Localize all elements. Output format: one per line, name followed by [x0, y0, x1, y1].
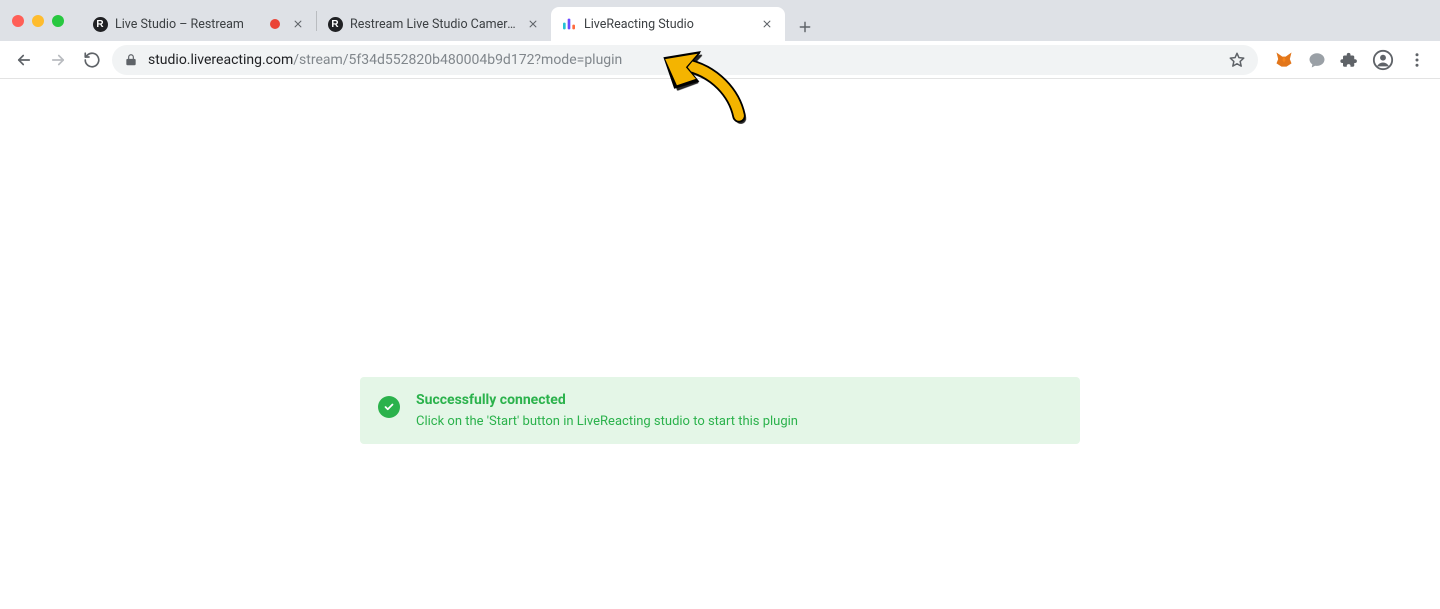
- lock-icon: [124, 53, 138, 67]
- tab-restream-camera[interactable]: R Restream Live Studio Camera F: [317, 7, 551, 41]
- alert-body: Click on the 'Start' button in LiveReact…: [416, 414, 798, 429]
- back-button[interactable]: [10, 46, 38, 74]
- tab-livereacting-studio[interactable]: LiveReacting Studio: [551, 7, 785, 41]
- tabs: R Live Studio – Restream R Restream Live…: [82, 0, 819, 41]
- tab-close-button[interactable]: [290, 16, 306, 32]
- extensions-button-icon[interactable]: [1340, 51, 1358, 69]
- success-alert: Successfully connected Click on the 'Sta…: [360, 377, 1080, 444]
- url-path: /stream/5f34d552820b480004b9d172?mode=pl…: [293, 52, 622, 68]
- profile-avatar-icon[interactable]: [1372, 49, 1394, 71]
- tab-title: Restream Live Studio Camera F: [350, 17, 518, 32]
- restream-favicon: R: [327, 16, 343, 32]
- alert-text: Successfully connected Click on the 'Sta…: [416, 392, 798, 429]
- window-minimize-button[interactable]: [32, 15, 44, 27]
- recording-indicator-icon: [267, 16, 283, 32]
- address-bar[interactable]: studio.livereacting.com/stream/5f34d5528…: [112, 45, 1258, 75]
- tab-title: Live Studio – Restream: [115, 17, 260, 32]
- alert-title: Successfully connected: [416, 392, 798, 408]
- forward-button[interactable]: [44, 46, 72, 74]
- new-tab-button[interactable]: [791, 13, 819, 41]
- tab-close-button[interactable]: [525, 16, 541, 32]
- window-close-button[interactable]: [12, 15, 24, 27]
- tab-close-button[interactable]: [759, 16, 775, 32]
- chat-extension-icon[interactable]: [1308, 51, 1326, 69]
- macos-traffic-lights: [12, 15, 64, 27]
- url-host: studio.livereacting.com: [148, 52, 293, 68]
- livereacting-favicon: [561, 16, 577, 32]
- metamask-extension-icon[interactable]: [1274, 50, 1294, 70]
- page-viewport: Successfully connected Click on the 'Sta…: [0, 79, 1440, 609]
- checkmark-icon: [378, 396, 400, 418]
- tab-title: LiveReacting Studio: [584, 17, 752, 32]
- kebab-menu-icon[interactable]: [1408, 51, 1426, 69]
- reload-button[interactable]: [78, 46, 106, 74]
- restream-favicon: R: [92, 16, 108, 32]
- url-display: studio.livereacting.com/stream/5f34d5528…: [148, 52, 1218, 68]
- bookmark-star-icon[interactable]: [1228, 51, 1246, 69]
- browser-tabstrip: R Live Studio – Restream R Restream Live…: [0, 0, 1440, 41]
- extension-icons: [1274, 49, 1426, 71]
- window-zoom-button[interactable]: [52, 15, 64, 27]
- browser-toolbar: studio.livereacting.com/stream/5f34d5528…: [0, 41, 1440, 79]
- tab-live-studio-restream[interactable]: R Live Studio – Restream: [82, 7, 316, 41]
